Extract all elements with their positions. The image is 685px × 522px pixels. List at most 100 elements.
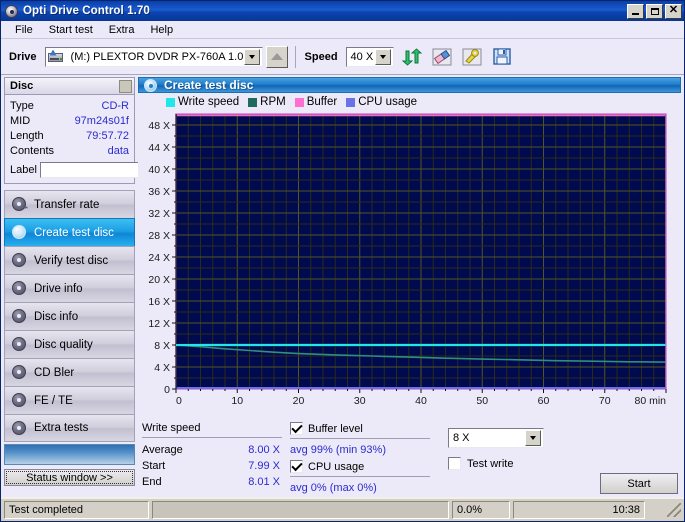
drive-select[interactable]: (M:) PLEXTOR DVDR PX-760A 1.07 — [44, 46, 263, 67]
chart: 0 4 X 8 X 12 X 16 X 20 X 24 X 28 X 32 X 36 X 40 X 4… — [138, 110, 681, 418]
cd-bler-icon — [11, 365, 27, 380]
panel-disc-icon — [144, 78, 158, 92]
extra-tests-icon — [11, 420, 27, 436]
read-speed-select[interactable]: 40 X — [345, 46, 394, 67]
sidebar-label-verify-test-disc: Verify test disc — [34, 254, 109, 267]
menu-start-test[interactable]: Start test — [41, 23, 101, 37]
chart-canvas[interactable]: 0 4 X 8 X 12 X 16 X 20 X 24 X 28 X 32 X 36 X 40 X 4… — [138, 110, 678, 415]
svg-text:0: 0 — [176, 395, 182, 407]
cpu-usage-checkbox[interactable] — [290, 460, 303, 473]
status-window-button[interactable]: Status window >> — [4, 469, 135, 486]
stat-row-end: End 8.01 X — [142, 474, 290, 490]
read-speed-value: 40 X — [350, 50, 374, 63]
create-test-disc-icon — [11, 225, 27, 240]
menu-help[interactable]: Help — [142, 23, 181, 37]
stat-label-end: End — [142, 476, 162, 488]
sidebar-item-create-test-disc[interactable]: Create test disc — [4, 218, 135, 246]
drive-icon — [47, 49, 64, 64]
menu-extra[interactable]: Extra — [101, 23, 143, 37]
start-button[interactable]: Start — [600, 473, 678, 494]
svg-text:36 X: 36 X — [148, 186, 170, 198]
sidebar-item-extra-tests[interactable]: Extra tests — [4, 414, 135, 442]
drive-label: Drive — [9, 50, 37, 63]
transfer-rate-icon: ⌁ — [11, 197, 28, 212]
minimize-button[interactable] — [627, 3, 644, 19]
sidebar-item-disc-info[interactable]: Disc info — [4, 302, 135, 330]
window-controls: ✕ — [627, 3, 682, 19]
fe-te-icon — [11, 393, 27, 408]
disc-contents-value: data — [107, 145, 129, 157]
buffer-level-row[interactable]: Buffer level — [290, 422, 438, 437]
svg-text:40: 40 — [415, 395, 427, 407]
disc-mid-label: MID — [10, 115, 31, 127]
sidebar-item-cd-bler[interactable]: CD Bler — [4, 358, 135, 386]
legend-swatch-cpu-usage — [346, 97, 356, 107]
disc-type-label: Type — [10, 100, 34, 112]
refresh-button[interactable] — [400, 46, 424, 68]
write-speed-stats-title: Write speed — [142, 422, 201, 434]
test-write-row[interactable]: Test write — [448, 457, 684, 470]
buffer-level-checkbox[interactable] — [290, 422, 303, 435]
buffer-cpu-stats: Buffer level avg 99% (min 93%) CPU usage… — [290, 422, 438, 498]
stat-label-average: Average — [142, 444, 183, 456]
svg-text:24 X: 24 X — [148, 252, 170, 264]
disc-row-mid: MID 97m24s01f — [10, 114, 129, 129]
disc-section-header: Disc — [4, 77, 135, 95]
chart-legend: Write speed RPM Buffer CPU usage — [138, 93, 684, 110]
buffer-stats-text: avg 99% (min 93%) — [290, 444, 386, 456]
speed-chevron-down-icon[interactable] — [374, 48, 391, 65]
sidebar-label-drive-info: Drive info — [34, 282, 83, 295]
disc-row-length: Length 79:57.72 — [10, 129, 129, 144]
disc-contents-label: Contents — [10, 145, 55, 157]
save-button[interactable] — [490, 46, 514, 68]
stat-value-start: 7.99 X — [248, 460, 280, 472]
close-button[interactable]: ✕ — [665, 3, 682, 19]
disc-label-caption: Label — [10, 164, 37, 176]
disc-status-indicator — [119, 79, 132, 93]
svg-text:8 X: 8 X — [154, 340, 170, 352]
legend-buffer: Buffer — [294, 96, 338, 108]
test-write-checkbox[interactable] — [448, 457, 461, 470]
erase-button[interactable] — [430, 46, 454, 68]
stat-row-start: Start 7.99 X — [142, 458, 290, 474]
sidebar-item-disc-quality[interactable]: Disc quality — [4, 330, 135, 358]
eject-button[interactable] — [265, 45, 288, 68]
sidebar-item-fe-te[interactable]: FE / TE — [4, 386, 135, 414]
right-panel: Create test disc Write speed RPM Buffer — [138, 75, 684, 494]
svg-text:16 X: 16 X — [148, 296, 170, 308]
legend-cpu-usage: CPU usage — [346, 96, 417, 108]
disc-row-contents: Contents data — [10, 144, 129, 159]
write-speed-chevron-down-icon[interactable] — [525, 430, 541, 446]
speed-label: Speed — [304, 50, 338, 63]
tools-button[interactable] — [460, 46, 484, 68]
eject-icon — [270, 53, 283, 60]
svg-text:32 X: 32 X — [148, 208, 170, 220]
sidebar-label-disc-quality: Disc quality — [34, 338, 93, 351]
write-speed-select[interactable]: 8 X — [448, 428, 544, 448]
drive-select-value: (M:) PLEXTOR DVDR PX-760A 1.07 — [70, 50, 244, 63]
stat-label-start: Start — [142, 460, 166, 472]
svg-text:0: 0 — [164, 384, 170, 396]
resize-grip-icon[interactable] — [667, 503, 681, 517]
svg-text:4 X: 4 X — [154, 362, 170, 374]
maximize-button[interactable] — [646, 3, 663, 19]
sidebar-item-drive-info[interactable]: Drive info — [4, 274, 135, 302]
drive-info-icon — [11, 281, 27, 296]
drive-chevron-down-icon[interactable] — [243, 48, 260, 65]
menu-file[interactable]: File — [7, 23, 41, 37]
disc-info-box: Type CD-R MID 97m24s01f Length 79:57.72 … — [4, 95, 208, 184]
svg-text:30: 30 — [354, 395, 366, 407]
write-speed-value: 8 X — [453, 432, 470, 444]
buffer-level-label: Buffer level — [308, 422, 363, 435]
sidebar-label-extra-tests: Extra tests — [34, 422, 89, 434]
toolbar-divider — [294, 45, 296, 68]
sidebar-item-verify-test-disc[interactable]: Verify test disc — [4, 246, 135, 274]
panel-header: Create test disc — [138, 77, 681, 93]
cpu-usage-row[interactable]: CPU usage — [290, 460, 438, 475]
legend-label-buffer: Buffer — [306, 96, 338, 108]
legend-write-speed: Write speed — [166, 96, 239, 108]
test-write-label: Test write — [467, 457, 514, 470]
sidebar-item-transfer-rate[interactable]: ⌁ Transfer rate — [4, 190, 135, 218]
svg-text:60: 60 — [538, 395, 550, 407]
sidebar-label-cd-bler: CD Bler — [34, 366, 75, 379]
